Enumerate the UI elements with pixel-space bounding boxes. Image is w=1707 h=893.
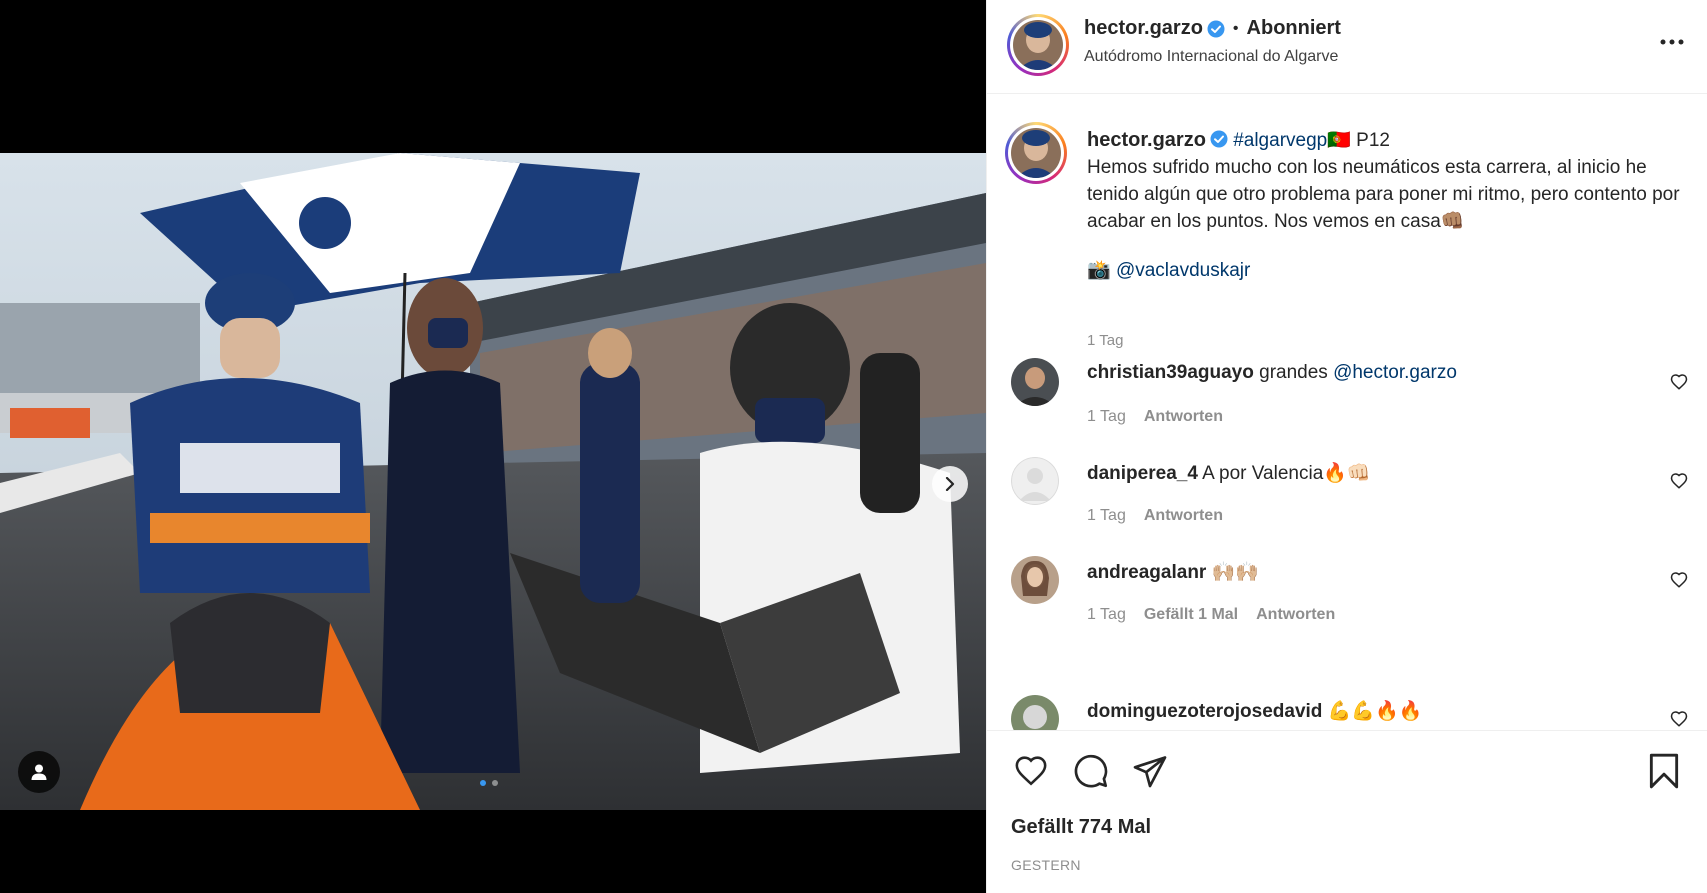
comment-username[interactable]: andreagalanr: [1087, 562, 1206, 583]
comment-body: 🙌🏼🙌🏼: [1211, 562, 1259, 583]
post-location[interactable]: Autódromo Internacional do Algarve: [1084, 48, 1338, 66]
comment-reply-button[interactable]: Antworten: [1256, 606, 1335, 624]
comment-timestamp[interactable]: 1 Tag: [1087, 507, 1126, 525]
next-slide-button[interactable]: [932, 466, 968, 502]
comment-text: christian39aguayo grandes @hector.garzo: [1087, 362, 1457, 384]
likes-text: Gefällt 774 Mal: [1011, 816, 1152, 838]
comment-reply-button[interactable]: Antworten: [1144, 507, 1223, 525]
carousel-dot: [492, 780, 498, 786]
author-username[interactable]: hector.garzo: [1084, 17, 1203, 40]
post-actions-bar: Gefällt 774 Mal GESTERN: [987, 730, 1707, 893]
caption-body: Hemos sufrido mucho con los neumáticos e…: [1087, 157, 1680, 232]
comment-like-heart-icon[interactable]: [1670, 571, 1688, 589]
comment-item: christian39aguayo grandes @hector.garzo …: [987, 358, 1707, 458]
post-media-pane: [0, 0, 986, 893]
post-date[interactable]: GESTERN: [1011, 857, 1081, 873]
comment-text: daniperea_4 A por Valencia🔥👊🏻: [1087, 461, 1371, 485]
comment-username[interactable]: christian39aguayo: [1087, 362, 1254, 383]
caption-position: P12: [1350, 130, 1390, 151]
comment-timestamp[interactable]: 1 Tag: [1087, 606, 1126, 624]
comment-like-heart-icon[interactable]: [1670, 373, 1688, 391]
caption-flag: 🇵🇹: [1327, 130, 1351, 151]
author-avatar-image: [1013, 20, 1063, 70]
comment-body: grandes: [1259, 362, 1334, 383]
comment-button[interactable]: [1071, 751, 1111, 791]
caption-text-block: hector.garzo #algarvegp🇵🇹 P12 Hemos sufr…: [1087, 127, 1687, 284]
camera-icon: 📸: [1087, 260, 1111, 281]
carousel-dot-active: [480, 780, 486, 786]
header-title-row: hector.garzo • Abonniert: [1084, 17, 1341, 40]
caption-hashtag[interactable]: #algarvegp: [1233, 130, 1327, 151]
post-photo[interactable]: [0, 153, 986, 810]
comment-reply-button[interactable]: Antworten: [1144, 408, 1223, 426]
tagged-users-button[interactable]: [18, 751, 60, 793]
comment-username[interactable]: daniperea_4: [1087, 463, 1198, 484]
post-details-panel: hector.garzo • Abonniert Autódromo Inter…: [986, 0, 1707, 893]
comment-timestamp[interactable]: 1 Tag: [1087, 408, 1126, 426]
comment-meta: 1 Tag Antworten: [1087, 507, 1223, 525]
comment-body: 💪💪🔥🔥: [1327, 701, 1423, 722]
heart-icon: [1015, 756, 1047, 786]
comment-item: andreagalanr 🙌🏼🙌🏼 1 Tag Gefällt 1 Mal An…: [987, 556, 1707, 656]
comment-mention[interactable]: @hector.garzo: [1333, 362, 1457, 383]
comment-text: dominguezoterojosedavid 💪💪🔥🔥: [1087, 699, 1422, 723]
user-tag-icon: [31, 764, 47, 780]
post-likes-count[interactable]: Gefällt 774 Mal: [1011, 816, 1151, 839]
more-options-icon: [1660, 39, 1684, 45]
caption-avatar-image: [1011, 128, 1061, 178]
post-photo-illustration: [0, 153, 986, 810]
caption-author-username[interactable]: hector.garzo: [1087, 129, 1206, 151]
commenter-avatar-image: [1011, 695, 1059, 730]
commenter-avatar[interactable]: [1011, 358, 1059, 406]
comment-like-heart-icon[interactable]: [1670, 472, 1688, 490]
more-options-button[interactable]: [1657, 30, 1687, 54]
comment-item: daniperea_4 A por Valencia🔥👊🏻 1 Tag Antw…: [987, 457, 1707, 557]
comment-like-heart-icon[interactable]: [1670, 710, 1688, 728]
chevron-right-icon: [945, 477, 955, 491]
commenter-avatar-default[interactable]: [1011, 457, 1059, 505]
caption-photo-credit: 📸 @vaclavduskajr: [1087, 257, 1687, 284]
comment-body: A por Valencia🔥👊🏻: [1202, 463, 1371, 484]
bookmark-icon: [1649, 753, 1679, 789]
default-avatar-icon: [1011, 457, 1059, 505]
caption-timestamp[interactable]: 1 Tag: [1087, 332, 1123, 349]
follow-status-button[interactable]: Abonniert: [1247, 17, 1341, 40]
caption-credit-mention[interactable]: @vaclavduskajr: [1116, 260, 1250, 281]
comments-scroll-area[interactable]: hector.garzo #algarvegp🇵🇹 P12 Hemos sufr…: [987, 95, 1707, 730]
share-icon: [1133, 756, 1167, 788]
author-avatar[interactable]: [1007, 14, 1069, 76]
verified-badge-icon: [1210, 130, 1228, 148]
comment-username[interactable]: dominguezoterojosedavid: [1087, 701, 1322, 722]
comment-meta: 1 Tag Gefällt 1 Mal Antworten: [1087, 606, 1335, 624]
commenter-avatar[interactable]: [1011, 556, 1059, 604]
like-button[interactable]: [1011, 751, 1051, 791]
comment-meta: 1 Tag Antworten: [1087, 408, 1223, 426]
comment-text: andreagalanr 🙌🏼🙌🏼: [1087, 560, 1259, 584]
commenter-avatar-image: [1011, 556, 1059, 604]
post-header: hector.garzo • Abonniert Autódromo Inter…: [987, 0, 1707, 94]
carousel-indicator: [480, 780, 498, 786]
commenter-avatar[interactable]: [1011, 695, 1059, 730]
caption-author-avatar[interactable]: [1005, 122, 1067, 184]
comment-item: dominguezoterojosedavid 💪💪🔥🔥: [987, 695, 1707, 730]
commenter-avatar-image: [1011, 358, 1059, 406]
comment-likes-count[interactable]: Gefällt 1 Mal: [1144, 606, 1238, 624]
verified-badge-icon: [1207, 20, 1225, 37]
save-button[interactable]: [1644, 751, 1684, 791]
share-button[interactable]: [1130, 751, 1170, 791]
header-separator: •: [1232, 19, 1239, 37]
comment-icon: [1074, 754, 1108, 788]
